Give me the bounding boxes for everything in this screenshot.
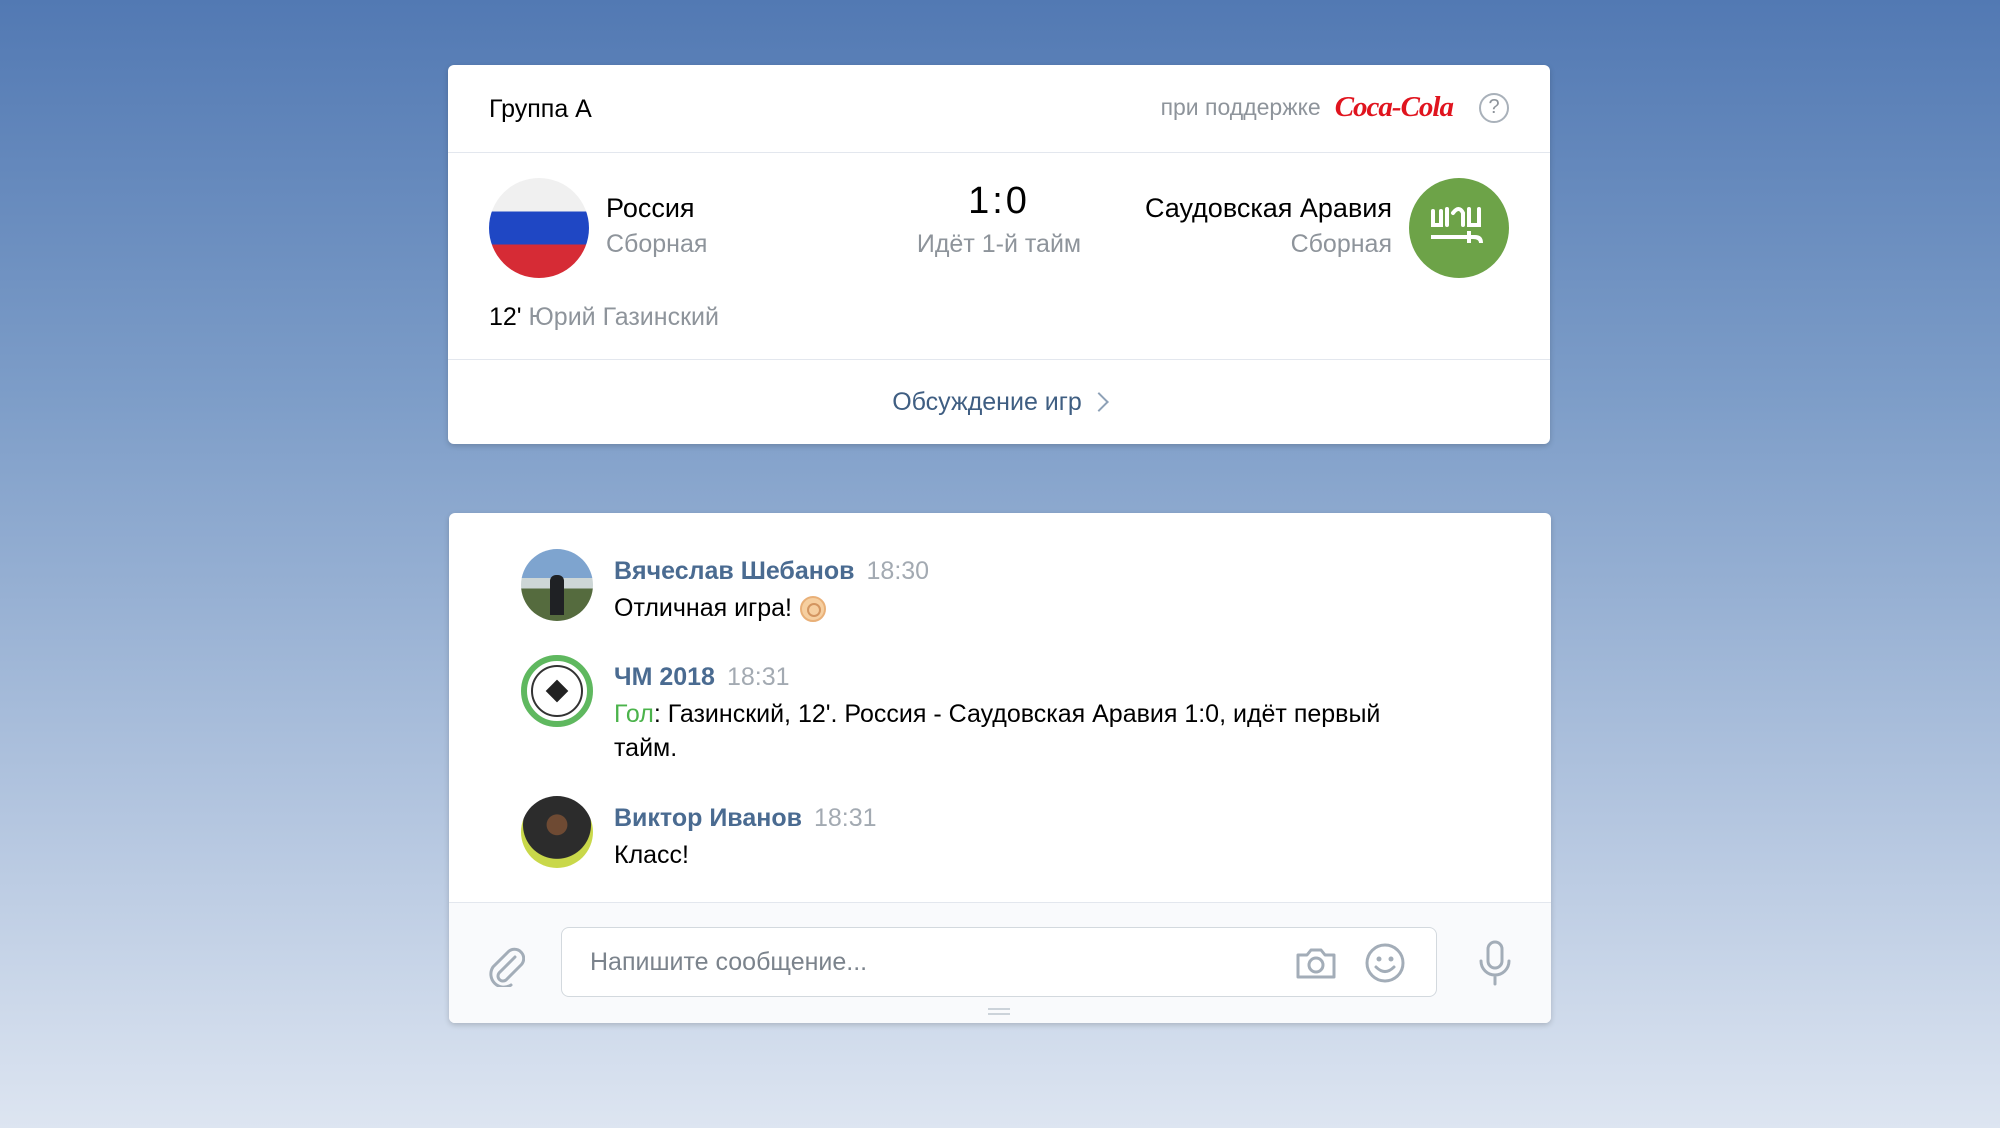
team2-name[interactable]: Саудовская Аравия bbox=[1145, 193, 1392, 224]
goal-minute: 12' bbox=[489, 303, 522, 331]
message-time: 18:31 bbox=[814, 804, 877, 832]
goal-event: 12' Юрий Газинский bbox=[489, 303, 719, 332]
microphone-icon[interactable] bbox=[1475, 939, 1515, 987]
smile-icon[interactable] bbox=[1364, 942, 1406, 984]
message-body: Класс! bbox=[614, 841, 689, 869]
message-text: Гол: Газинский, 12'. Россия - Саудовская… bbox=[614, 697, 1394, 765]
games-discussion-label: Обсуждение игр bbox=[892, 387, 1082, 416]
match-card: Группа А при поддержке Coca-Cola ? Росси… bbox=[448, 65, 1550, 444]
goal-scorer: Юрий Газинский bbox=[528, 303, 719, 331]
chevron-right-icon bbox=[1088, 392, 1109, 412]
match-scoreboard: Россия Сборная 1:0 Идёт 1-й тайм Саудовс… bbox=[448, 153, 1550, 360]
camera-icon[interactable] bbox=[1294, 945, 1338, 981]
match-card-footer: Обсуждение игр bbox=[448, 360, 1550, 444]
ok-hand-emoji-icon bbox=[799, 596, 826, 623]
games-discussion-link[interactable]: Обсуждение игр bbox=[892, 387, 1109, 417]
goal-label: Гол bbox=[614, 700, 654, 728]
chat-card: Вячеслав Шебанов 18:30 Отличная игра! ЧМ … bbox=[449, 513, 1551, 1023]
message-header: ЧМ 2018 18:31 bbox=[614, 663, 790, 692]
message-text: Отличная игра! bbox=[614, 591, 1394, 625]
message-header: Вячеслав Шебанов 18:30 bbox=[614, 557, 929, 586]
match-card-header: Группа А при поддержке Coca-Cola ? bbox=[448, 65, 1550, 153]
message-input-box bbox=[561, 927, 1437, 997]
message-author[interactable]: ЧМ 2018 bbox=[614, 663, 715, 691]
sponsor-block: при поддержке Coca-Cola ? bbox=[1161, 91, 1509, 124]
message-author[interactable]: Виктор Иванов bbox=[614, 804, 802, 832]
help-icon[interactable]: ? bbox=[1479, 92, 1509, 123]
message-body: Отличная игра! bbox=[614, 594, 792, 622]
shahada-sword-icon bbox=[1431, 207, 1483, 243]
paperclip-icon[interactable] bbox=[485, 943, 525, 987]
sponsor-logo[interactable]: Coca-Cola bbox=[1335, 91, 1454, 124]
message-time: 18:31 bbox=[726, 663, 790, 691]
avatar[interactable] bbox=[521, 796, 593, 868]
team2-subtitle: Сборная bbox=[1290, 230, 1392, 258]
sponsor-label: при поддержке bbox=[1160, 94, 1321, 120]
resize-handle[interactable] bbox=[988, 1008, 1010, 1015]
message-header: Виктор Иванов 18:31 bbox=[614, 804, 877, 833]
message-input[interactable] bbox=[588, 928, 1272, 996]
avatar[interactable] bbox=[521, 549, 593, 621]
soccer-ball-icon bbox=[531, 665, 583, 717]
message-composer bbox=[449, 902, 1551, 1023]
message-text: Класс! bbox=[614, 838, 1394, 872]
message-author[interactable]: Вячеслав Шебанов bbox=[614, 557, 855, 585]
group-title: Группа А bbox=[489, 95, 592, 123]
message-body: : Газинский, 12'. Россия - Саудовская Ар… bbox=[614, 700, 1381, 762]
saudi-arabia-flag-icon[interactable] bbox=[1409, 178, 1509, 278]
avatar[interactable] bbox=[521, 655, 593, 727]
message-time: 18:30 bbox=[866, 557, 930, 585]
